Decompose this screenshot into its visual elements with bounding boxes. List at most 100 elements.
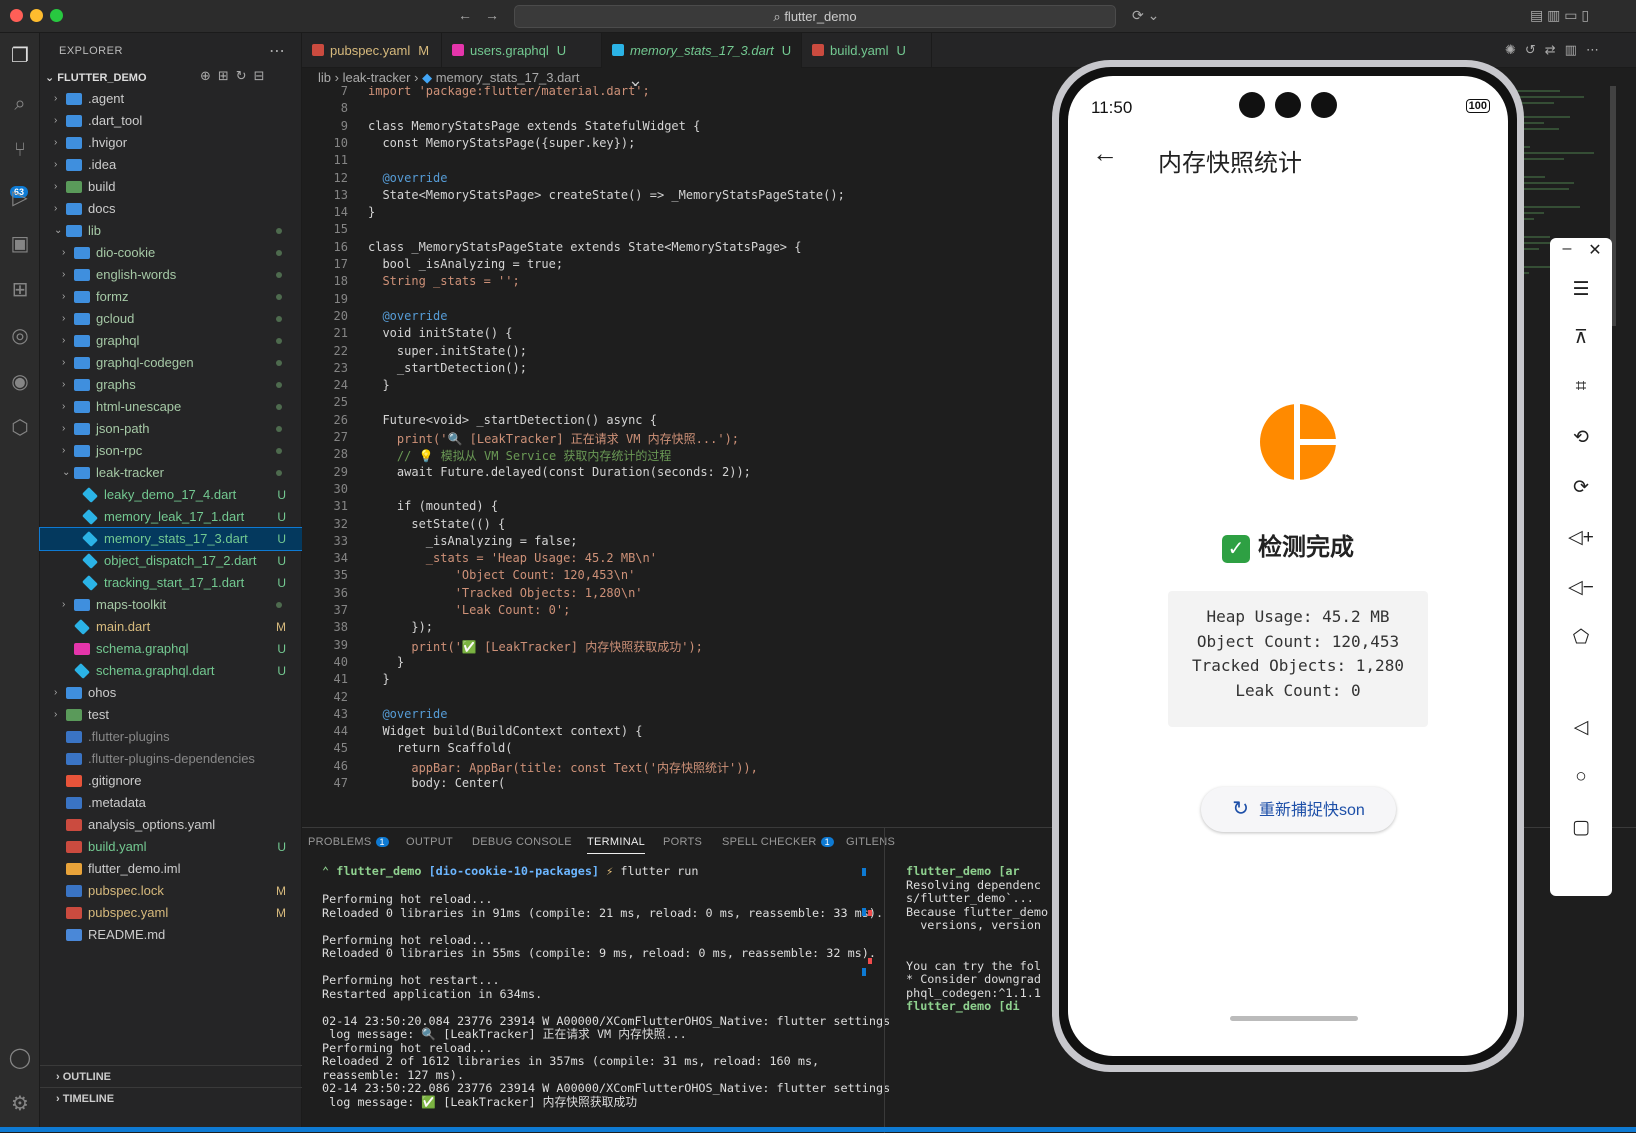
rotate-right-icon[interactable]: ⟳ [1550, 476, 1612, 499]
explorer-icon[interactable]: ❐ [5, 41, 35, 71]
chevron-right-icon[interactable]: › [54, 110, 57, 132]
rotate-left-icon[interactable]: ⟲ [1550, 426, 1612, 449]
account-icon[interactable]: ◯ [5, 1043, 35, 1073]
breadcrumb-item[interactable]: leak-tracker [343, 70, 411, 85]
file-item[interactable]: pubspec.lock M [40, 880, 302, 902]
chevron-right-icon[interactable]: › [54, 682, 57, 704]
folder-item[interactable]: › maps-toolkit [40, 594, 302, 616]
chevron-right-icon[interactable]: › [62, 308, 65, 330]
breadcrumb-item[interactable]: memory_stats_17_3.dart [436, 70, 580, 85]
folder-item[interactable]: › .agent [40, 88, 302, 110]
folder-item[interactable]: ⌄ lib [40, 220, 302, 242]
nav-back-icon[interactable]: ◁ [1550, 716, 1612, 739]
file-item[interactable]: memory_leak_17_1.dart U [40, 506, 302, 528]
copilot-icon[interactable]: ⟳ ⌄ [1132, 7, 1159, 24]
chevron-right-icon[interactable]: › [62, 352, 65, 374]
tab-users-graphql[interactable]: users.graphql U [442, 33, 602, 68]
folder-item[interactable]: › json-path [40, 418, 302, 440]
folder-item[interactable]: › .idea [40, 154, 302, 176]
chevron-right-icon[interactable]: › [54, 154, 57, 176]
chevron-right-icon[interactable]: › [62, 374, 65, 396]
workspace-root[interactable]: ⌄ FLUTTER_DEMO [45, 71, 147, 84]
chevron-right-icon[interactable]: › [54, 176, 57, 198]
volume-down-icon[interactable]: ◁− [1550, 576, 1612, 599]
folder-item[interactable]: › test [40, 704, 302, 726]
eraser-icon[interactable]: ⬠ [1550, 626, 1612, 649]
folder-item[interactable]: › gcloud [40, 308, 302, 330]
volume-up-icon[interactable]: ◁+ [1550, 526, 1612, 549]
code-editor[interactable]: 7 import 'package:flutter/material.dart';… [302, 86, 1062, 826]
chevron-right-icon[interactable]: › [54, 132, 57, 154]
folder-item[interactable]: › .hvigor [40, 132, 302, 154]
folder-item[interactable]: › dio-cookie [40, 242, 302, 264]
chevron-right-icon[interactable]: › [62, 594, 65, 616]
chevron-right-icon[interactable]: › [62, 242, 65, 264]
container-icon[interactable]: ⬡ [5, 413, 35, 443]
folder-item[interactable]: › graphql [40, 330, 302, 352]
folder-item[interactable]: › json-rpc [40, 440, 302, 462]
panel-tab-debug-console[interactable]: DEBUG CONSOLE [472, 836, 572, 848]
search-icon[interactable]: ⌕ [5, 89, 35, 119]
gitlens-icon[interactable]: ◎ [5, 321, 35, 351]
nav-recents-icon[interactable]: ▢ [1550, 816, 1612, 839]
folder-item[interactable]: ⌄ leak-tracker [40, 462, 302, 484]
outline-section[interactable]: › OUTLINE [40, 1065, 302, 1087]
chevron-right-icon[interactable]: › [62, 286, 65, 308]
tab-memory-stats-17-3-dart[interactable]: memory_stats_17_3.dartU ✕ [602, 33, 802, 93]
folder-item[interactable]: › docs [40, 198, 302, 220]
file-item[interactable]: schema.graphql U [40, 638, 302, 660]
panel-tab-terminal[interactable]: TERMINAL [587, 836, 646, 854]
remote-explorer-icon[interactable]: ▣ [5, 229, 35, 259]
file-item[interactable]: analysis_options.yaml [40, 814, 302, 836]
source-control-icon[interactable]: ⑂ [5, 135, 35, 165]
chevron-right-icon[interactable]: › [62, 418, 65, 440]
folder-item[interactable]: › formz [40, 286, 302, 308]
panel-tab-problems[interactable]: PROBLEMS 1 [308, 836, 389, 848]
nav-home-icon[interactable]: ○ [1550, 766, 1612, 788]
tab-pubspec-yaml[interactable]: pubspec.yaml M [302, 33, 442, 68]
tab-build-yaml[interactable]: build.yaml U [802, 33, 932, 68]
file-item[interactable]: flutter_demo.iml [40, 858, 302, 880]
file-item[interactable]: schema.graphql.dart U [40, 660, 302, 682]
zoom-window-button[interactable] [50, 9, 63, 22]
explorer-actions-icons[interactable]: ⊕⊞↻⊟ [200, 68, 272, 84]
file-item[interactable]: object_dispatch_17_2.dart U [40, 550, 302, 572]
chevron-right-icon[interactable]: › [54, 88, 57, 110]
recapture-button[interactable]: ↻ 重新捕捉快son [1201, 787, 1396, 832]
folder-item[interactable]: › graphs [40, 374, 302, 396]
folder-item[interactable]: › build [40, 176, 302, 198]
timeline-section[interactable]: › TIMELINE [40, 1087, 302, 1109]
back-arrow-icon[interactable]: ← [1092, 138, 1118, 169]
panel-tab-output[interactable]: OUTPUT [406, 836, 453, 848]
close-window-button[interactable] [10, 9, 23, 22]
folder-item[interactable]: › html-unescape [40, 396, 302, 418]
chevron-right-icon[interactable]: › [54, 704, 57, 726]
folder-item[interactable]: › english-words [40, 264, 302, 286]
file-item[interactable]: main.dart M [40, 616, 302, 638]
pin-off-icon[interactable]: ⊼ [1550, 326, 1612, 349]
chevron-down-icon[interactable]: ⌄ [54, 220, 62, 242]
breadcrumb-item[interactable]: lib [318, 70, 331, 85]
folder-item[interactable]: › graphql-codegen [40, 352, 302, 374]
file-item[interactable]: .flutter-plugins-dependencies [40, 748, 302, 770]
layout-icons[interactable]: ▤ ▥ ▭ ▯ [1530, 7, 1589, 24]
menu-icon[interactable]: ☰ [1550, 278, 1612, 301]
file-item[interactable]: .metadata [40, 792, 302, 814]
chevron-right-icon[interactable]: › [54, 198, 57, 220]
chevron-down-icon[interactable]: ⌄ [62, 462, 70, 484]
run-debug-icon[interactable]: ▷ [5, 183, 35, 213]
folder-item[interactable]: › ohos [40, 682, 302, 704]
file-item[interactable]: leaky_demo_17_4.dart U [40, 484, 302, 506]
extensions-icon[interactable]: ⊞ [5, 275, 35, 305]
chevron-right-icon[interactable]: › [62, 330, 65, 352]
command-center-search[interactable]: ⌕ flutter_demo [514, 5, 1116, 28]
git-graph-icon[interactable]: ◉ [5, 367, 35, 397]
chevron-right-icon[interactable]: › [62, 440, 65, 462]
home-indicator[interactable] [1230, 1016, 1358, 1021]
crop-icon[interactable]: ⌗ [1550, 376, 1612, 398]
more-actions-icon[interactable]: ⋯ [269, 41, 285, 61]
panel-tab-ports[interactable]: PORTS [663, 836, 702, 848]
back-arrow-icon[interactable]: ← [458, 7, 472, 23]
chevron-right-icon[interactable]: › [62, 396, 65, 418]
panel-tab-gitlens[interactable]: GITLENS [846, 836, 895, 848]
